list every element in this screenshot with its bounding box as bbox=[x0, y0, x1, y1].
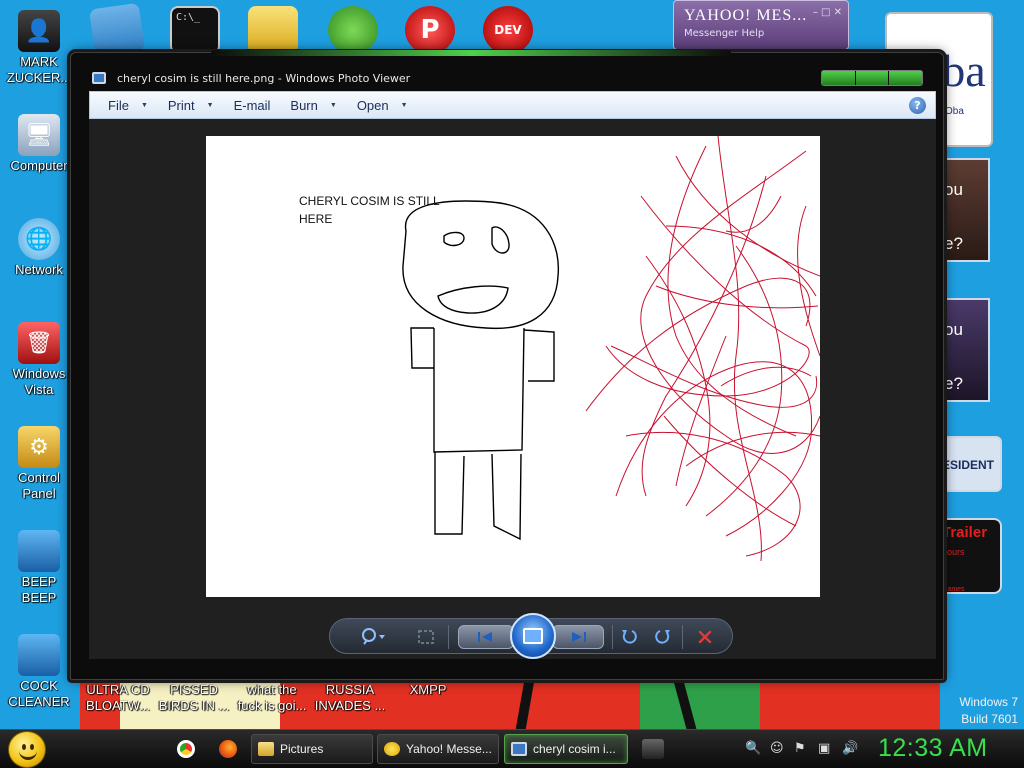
menu-email[interactable]: E-mail bbox=[224, 92, 281, 118]
desktop-icon-network[interactable]: 🌐 Network bbox=[0, 218, 78, 278]
viewer-controls bbox=[329, 613, 733, 659]
yahoo-messenger-widget[interactable]: YAHOO! MES... Messenger Help – □ ✕ bbox=[673, 0, 849, 50]
file-icon bbox=[18, 530, 60, 572]
window-title: cheryl cosim is still here.png - Windows… bbox=[117, 72, 411, 85]
notes-icon[interactable] bbox=[88, 2, 146, 58]
chevron-down-icon: ▼ bbox=[400, 101, 408, 109]
widget-controls[interactable]: – □ ✕ bbox=[813, 7, 842, 18]
chevron-down-icon: ▼ bbox=[206, 101, 214, 109]
slideshow-button[interactable] bbox=[510, 613, 556, 659]
next-icon[interactable] bbox=[564, 627, 594, 647]
messenger-tray-icon[interactable]: ☺ bbox=[770, 741, 784, 756]
poll-widget-2[interactable]: ou e? bbox=[940, 298, 990, 402]
p-app-icon[interactable]: P bbox=[405, 6, 455, 54]
folder-icon bbox=[258, 742, 274, 756]
control-separator bbox=[612, 625, 613, 649]
displayed-image: CHERYL COSIM IS STILL HERE bbox=[206, 136, 820, 597]
chevron-down-icon: ▼ bbox=[140, 101, 148, 109]
taskbar-button-pictures[interactable]: Pictures bbox=[251, 734, 373, 764]
search-icon[interactable]: 🔍 bbox=[745, 741, 761, 756]
image-viewport[interactable]: CHERYL COSIM IS STILL HERE bbox=[89, 119, 936, 659]
desktop-icon-control-panel[interactable]: ⚙ Control Panel bbox=[0, 426, 78, 502]
desktop-icon-beep-beep[interactable]: BEEP BEEP bbox=[0, 530, 78, 606]
zoom-icon[interactable] bbox=[358, 627, 390, 647]
desktop-icon-windows-vista[interactable]: 🗑 Windows Vista bbox=[0, 322, 78, 398]
desktop-icon-cock-cleaner[interactable]: COCK CLEANER bbox=[0, 634, 78, 710]
trailer-widget[interactable]: Trailer hours Games bbox=[940, 518, 1002, 594]
person-icon: 👤 bbox=[18, 10, 60, 52]
folder-icon[interactable] bbox=[248, 6, 298, 54]
taskbar-clock[interactable]: 12:33 AM bbox=[878, 734, 988, 763]
start-button[interactable] bbox=[8, 731, 46, 768]
program-icon[interactable] bbox=[642, 739, 664, 759]
chrome-icon[interactable] bbox=[177, 740, 195, 758]
fit-icon[interactable] bbox=[414, 627, 438, 647]
command-bar: File ▼ Print ▼ E-mail Burn ▼ Open ▼ ? bbox=[89, 91, 936, 119]
photo-viewer-icon bbox=[92, 72, 106, 84]
rotate-left-icon[interactable] bbox=[618, 627, 640, 647]
network-tray-icon[interactable]: ▣ bbox=[818, 741, 830, 756]
menu-print[interactable]: Print ▼ bbox=[158, 92, 224, 118]
volume-icon[interactable]: 🔊 bbox=[842, 741, 858, 756]
recycle-bin-icon: 🗑 bbox=[18, 322, 60, 364]
photo-viewer-icon bbox=[511, 742, 527, 756]
help-icon[interactable]: ? bbox=[909, 97, 926, 114]
firefox-icon[interactable] bbox=[219, 740, 237, 758]
yahoo-icon bbox=[384, 742, 400, 756]
taskbar: Pictures Yahoo! Messe... cheryl cosim i.… bbox=[0, 729, 1024, 768]
network-icon: 🌐 bbox=[18, 218, 60, 260]
command-prompt-icon[interactable]: C:\_ bbox=[170, 6, 220, 54]
menu-file[interactable]: File ▼ bbox=[98, 92, 158, 118]
window-titlebar[interactable]: cheryl cosim is still here.png - Windows… bbox=[71, 61, 943, 93]
delete-icon[interactable] bbox=[694, 627, 716, 647]
control-separator bbox=[448, 625, 449, 649]
windows-build-watermark: Windows 7 Build 7601 bbox=[959, 695, 1018, 726]
action-center-icon[interactable]: ⚑ bbox=[794, 741, 806, 756]
yahoo-logo: YAHOO! MES... bbox=[684, 7, 808, 24]
desktop-icon-pissed-birds[interactable]: PISSED BIRDS IN ... bbox=[154, 682, 234, 714]
close-button[interactable] bbox=[889, 71, 923, 85]
desktop-icon-what-the[interactable]: what the fuck is goi... bbox=[232, 682, 312, 714]
image-caption-text: CHERYL COSIM IS STILL HERE bbox=[299, 194, 440, 226]
taskbar-button-yahoo[interactable]: Yahoo! Messe... bbox=[377, 734, 499, 764]
taskbar-button-photo-viewer[interactable]: cheryl cosim i... bbox=[504, 734, 628, 764]
menu-open[interactable]: Open ▼ bbox=[347, 92, 418, 118]
desktop-icon-mark-zucker[interactable]: 👤 MARK ZUCKER... bbox=[0, 10, 78, 86]
desktop-icon-ultra-cd[interactable]: ULTRA CD BLOATW... bbox=[78, 682, 158, 714]
window-glow bbox=[211, 50, 731, 56]
slideshow-icon bbox=[523, 628, 543, 644]
control-panel-icon: ⚙ bbox=[18, 426, 60, 468]
bad-piggies-icon[interactable] bbox=[328, 6, 378, 54]
maximize-button[interactable] bbox=[855, 71, 890, 85]
file-icon bbox=[18, 634, 60, 676]
yahoo-links[interactable]: Messenger Help bbox=[684, 28, 764, 39]
computer-icon: 🖥 bbox=[18, 114, 60, 156]
rotate-right-icon[interactable] bbox=[652, 627, 674, 647]
desktop-icon-computer[interactable]: 🖥 Computer bbox=[0, 114, 78, 174]
dev-cpp-icon[interactable]: DEV bbox=[483, 6, 533, 54]
previous-icon[interactable] bbox=[470, 627, 500, 647]
desktop-icon-russia-invades[interactable]: RUSSIA INVADES ... bbox=[310, 682, 390, 714]
window-caption-buttons[interactable] bbox=[821, 70, 923, 86]
menu-burn[interactable]: Burn ▼ bbox=[280, 92, 346, 118]
minimize-button[interactable] bbox=[822, 71, 856, 85]
poll-widget-1[interactable]: ou e? bbox=[940, 158, 990, 262]
photo-viewer-window[interactable]: cheryl cosim is still here.png - Windows… bbox=[70, 50, 944, 680]
chevron-down-icon: ▼ bbox=[329, 101, 337, 109]
president-widget[interactable]: ESIDENT bbox=[940, 436, 1002, 492]
control-separator bbox=[682, 625, 683, 649]
desktop-icon-xmpp[interactable]: XMPP bbox=[388, 682, 468, 698]
